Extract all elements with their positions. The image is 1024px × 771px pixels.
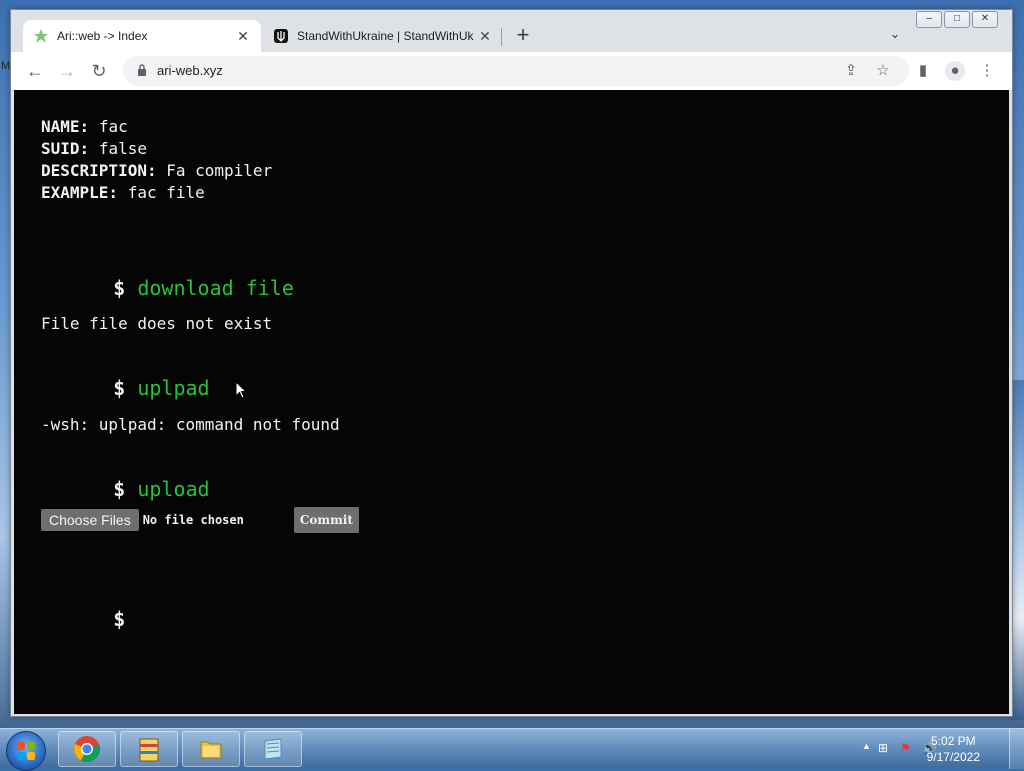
show-desktop-button[interactable] (1009, 729, 1024, 769)
taskbar: ▲ ⊞ ⚑ 🔊 5:02 PM 9/17/2022 (0, 728, 1024, 771)
system-tray: ▲ ⊞ ⚑ 🔊 5:02 PM 9/17/2022 (834, 729, 1024, 769)
tab-ari-web[interactable]: Ari::web -> Index ✕ (23, 20, 261, 52)
info-key: EXAMPLE: (41, 183, 119, 202)
upload-form: Choose Files No file chosen Commit (41, 507, 359, 533)
folder-icon (200, 741, 222, 759)
clock-date: 9/17/2022 (926, 750, 980, 764)
browser-window: Ari::web -> Index ✕ StandWithUkraine | S… (10, 9, 1013, 717)
share-icon[interactable]: ⇪ (841, 61, 861, 81)
window-controls: – □ ✕ (914, 11, 998, 28)
archive-icon (139, 738, 159, 762)
prompt-symbol: $ (113, 607, 126, 631)
desktop-icon-label: M (1, 60, 11, 72)
command-text: download file (137, 276, 294, 300)
clock-time: 5:02 PM (930, 734, 976, 748)
browser-toolbar: ← → ↻ ari-web.xyz ⇪ ☆ ▮ ● ⋮ (11, 52, 1012, 90)
tab-title: StandWithUkraine | StandWithUk (297, 29, 474, 43)
taskbar-chrome[interactable] (58, 731, 116, 767)
info-row: NAME: fac (41, 116, 272, 138)
tab-strip: Ari::web -> Index ✕ StandWithUkraine | S… (11, 10, 1012, 52)
action-center-icon[interactable]: ⚑ (900, 741, 911, 755)
command-output: -wsh: uplpad: command not found (41, 415, 340, 434)
taskbar-notepad[interactable] (244, 731, 302, 767)
address-bar[interactable]: ari-web.xyz ⇪ ☆ (123, 56, 909, 86)
maximize-button[interactable]: □ (944, 11, 970, 28)
reload-button[interactable]: ↻ (87, 59, 111, 83)
clock[interactable]: 5:02 PM 9/17/2022 (927, 733, 980, 765)
command-text: uplpad (137, 376, 210, 400)
info-value: Fa compiler (166, 161, 273, 180)
info-value: fac (98, 117, 128, 136)
tab-standwithukraine[interactable]: StandWithUkraine | StandWithUk ✕ (263, 20, 503, 52)
mouse-pointer-icon (235, 381, 247, 399)
prompt-line: $ uplpad (41, 352, 210, 424)
prompt-symbol: $ (113, 276, 126, 300)
notepad-icon (264, 738, 282, 760)
file-status: No file chosen (142, 513, 244, 527)
start-button[interactable] (6, 731, 46, 771)
info-value: fac file (127, 183, 205, 202)
tab-separator (501, 28, 502, 46)
side-panel-icon[interactable]: ▮ (913, 61, 933, 81)
minimize-button[interactable]: – (916, 11, 942, 28)
lock-icon (138, 64, 146, 76)
forward-button[interactable]: → (55, 59, 79, 83)
standwithukraine-favicon-icon (273, 28, 289, 44)
close-tab-icon[interactable]: ✕ (477, 28, 493, 45)
info-row: SUID: false (41, 138, 272, 160)
new-tab-button[interactable]: + (511, 24, 535, 48)
ari-web-favicon-icon (33, 28, 49, 44)
info-value: false (98, 139, 147, 158)
network-icon[interactable]: ⊞ (878, 741, 888, 755)
command-text: upload (137, 477, 210, 501)
chrome-icon (74, 736, 100, 762)
taskbar-explorer[interactable] (182, 731, 240, 767)
taskbar-archive[interactable] (120, 731, 178, 767)
show-hidden-icons-icon[interactable]: ▲ (862, 741, 871, 751)
info-key: DESCRIPTION: (41, 161, 157, 180)
info-key: NAME: (41, 117, 90, 136)
tab-title: Ari::web -> Index (57, 29, 148, 43)
tab-search-chevron-down-icon[interactable]: ⌄ (885, 26, 905, 46)
active-prompt-line[interactable]: $ (41, 583, 125, 655)
profile-avatar-icon[interactable]: ● (945, 61, 965, 81)
choose-files-button[interactable]: Choose Files (41, 509, 139, 531)
prompt-symbol: $ (113, 376, 126, 400)
browser-menu-icon[interactable]: ⋮ (977, 61, 997, 81)
back-button[interactable]: ← (23, 59, 47, 83)
close-tab-icon[interactable]: ✕ (235, 28, 251, 45)
commit-button[interactable]: Commit (293, 507, 359, 533)
terminal-page: NAME: fac SUID: false DESCRIPTION: Fa co… (14, 90, 1009, 714)
command-info: NAME: fac SUID: false DESCRIPTION: Fa co… (41, 116, 272, 204)
bookmark-star-icon[interactable]: ☆ (873, 61, 893, 81)
info-key: SUID: (41, 139, 90, 158)
prompt-symbol: $ (113, 477, 126, 501)
url-text: ari-web.xyz (157, 63, 223, 78)
windows-logo-icon (17, 742, 35, 760)
command-output: File file does not exist (41, 314, 273, 333)
info-row: EXAMPLE: fac file (41, 182, 272, 204)
info-row: DESCRIPTION: Fa compiler (41, 160, 272, 182)
close-window-button[interactable]: ✕ (972, 11, 998, 28)
